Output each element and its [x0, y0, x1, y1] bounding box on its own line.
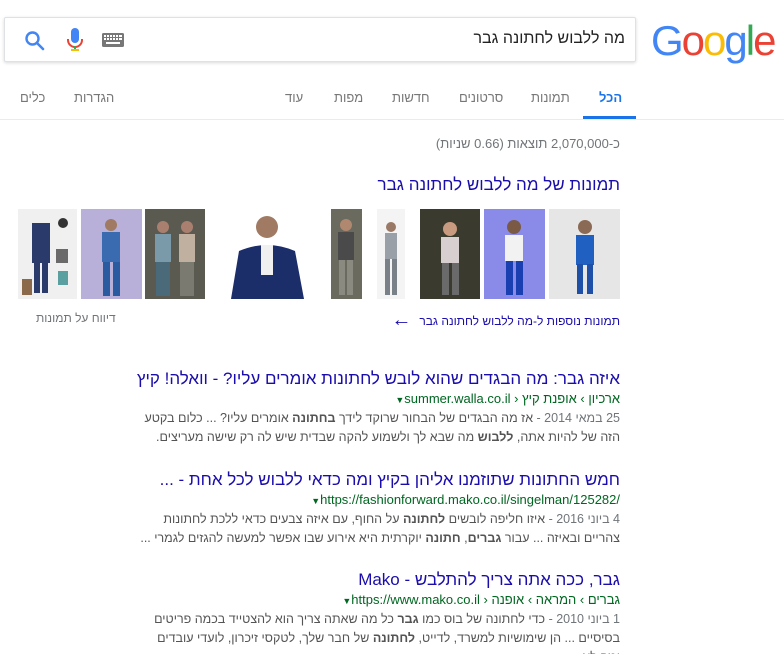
keyboard-icon[interactable]	[102, 33, 124, 47]
tab-images[interactable]: תמונות	[531, 90, 570, 105]
tab-videos[interactable]: סרטונים	[459, 90, 503, 105]
image-thumbnail[interactable]	[81, 209, 142, 299]
result-url: ▼https://www.mako.co.il › גברים › המראה …	[342, 592, 620, 607]
tab-settings[interactable]: הגדרות	[74, 90, 114, 105]
image-thumbnail[interactable]	[145, 209, 205, 299]
more-images-label[interactable]: תמונות נוספות ל-מה ללבוש לחתונה גבר	[419, 314, 620, 328]
tab-tools[interactable]: כלים	[20, 90, 45, 105]
search-tabs: הכל תמונות סרטונים חדשות מפות עוד הגדרות…	[0, 84, 784, 120]
tab-all[interactable]: הכל	[599, 90, 622, 105]
result-url: ▼https://fashionforward.mako.co.il/singe…	[311, 492, 620, 507]
search-box[interactable]: מה ללבוש לחתונה גבר	[4, 17, 636, 62]
dropdown-caret-icon[interactable]: ▼	[342, 596, 351, 606]
arrow-left-icon[interactable]: ←	[391, 309, 411, 332]
tab-more[interactable]: עוד	[285, 90, 303, 105]
result-stats: כ-2,070,000 תוצאות (0.66 שניות)	[435, 136, 620, 151]
result-snippet: 25 במאי 2014 - אז מה הבגדים של הבחור שרו…	[144, 411, 621, 444]
result-snippet: 4 ביוני 2016 - איזו חליפה לובשים לחתונה …	[140, 512, 620, 545]
image-thumbnail[interactable]	[209, 209, 326, 299]
images-heading[interactable]: תמונות של מה ללבוש לחתונה גבר	[378, 175, 620, 195]
dropdown-caret-icon[interactable]: ▼	[311, 496, 320, 506]
tab-news[interactable]: חדשות	[392, 90, 430, 105]
result-url: ▼summer.walla.co.il › ארכיון › אופנת קיץ	[395, 391, 620, 406]
tab-maps[interactable]: מפות	[334, 90, 363, 105]
dropdown-caret-icon[interactable]: ▼	[395, 395, 404, 405]
search-icon[interactable]	[23, 29, 47, 53]
more-images-link[interactable]: תמונות נוספות ל-מה ללבוש לחתונה גבר ←	[391, 309, 620, 332]
search-input[interactable]: מה ללבוש לחתונה גבר	[474, 30, 626, 48]
image-thumbnail[interactable]	[420, 209, 480, 299]
result-title[interactable]: איזה גבר: מה הבגדים שהוא לובש לחתונות או…	[136, 368, 620, 390]
result-snippet: 1 ביוני 2010 - כדי לחתונה של בוס כמו גבר…	[154, 612, 620, 654]
google-logo[interactable]: Google	[651, 20, 776, 62]
report-images-link[interactable]: דיווח על תמונות	[36, 311, 116, 325]
image-thumbnail[interactable]	[484, 209, 545, 299]
result-title[interactable]: חמש החתונות שתוזמנו אליהן בקיץ ומה כדאי …	[136, 469, 620, 491]
image-thumbnail[interactable]	[18, 209, 77, 299]
active-tab-indicator	[583, 116, 636, 119]
search-result: חמש החתונות שתוזמנו אליהן בקיץ ומה כדאי …	[136, 469, 620, 548]
image-thumbnail[interactable]	[331, 209, 362, 299]
image-thumbnail[interactable]	[549, 209, 620, 299]
result-title[interactable]: גבר, ככה אתה צריך להתלבש - Mako	[136, 569, 620, 591]
search-result: גבר, ככה אתה צריך להתלבש - Mako ▼https:/…	[136, 569, 620, 654]
microphone-icon[interactable]	[65, 27, 85, 53]
search-result: איזה גבר: מה הבגדים שהוא לובש לחתונות או…	[136, 368, 620, 447]
header: Google מה ללבוש לחתונה גבר	[0, 0, 784, 70]
image-thumbnail[interactable]	[377, 209, 405, 299]
